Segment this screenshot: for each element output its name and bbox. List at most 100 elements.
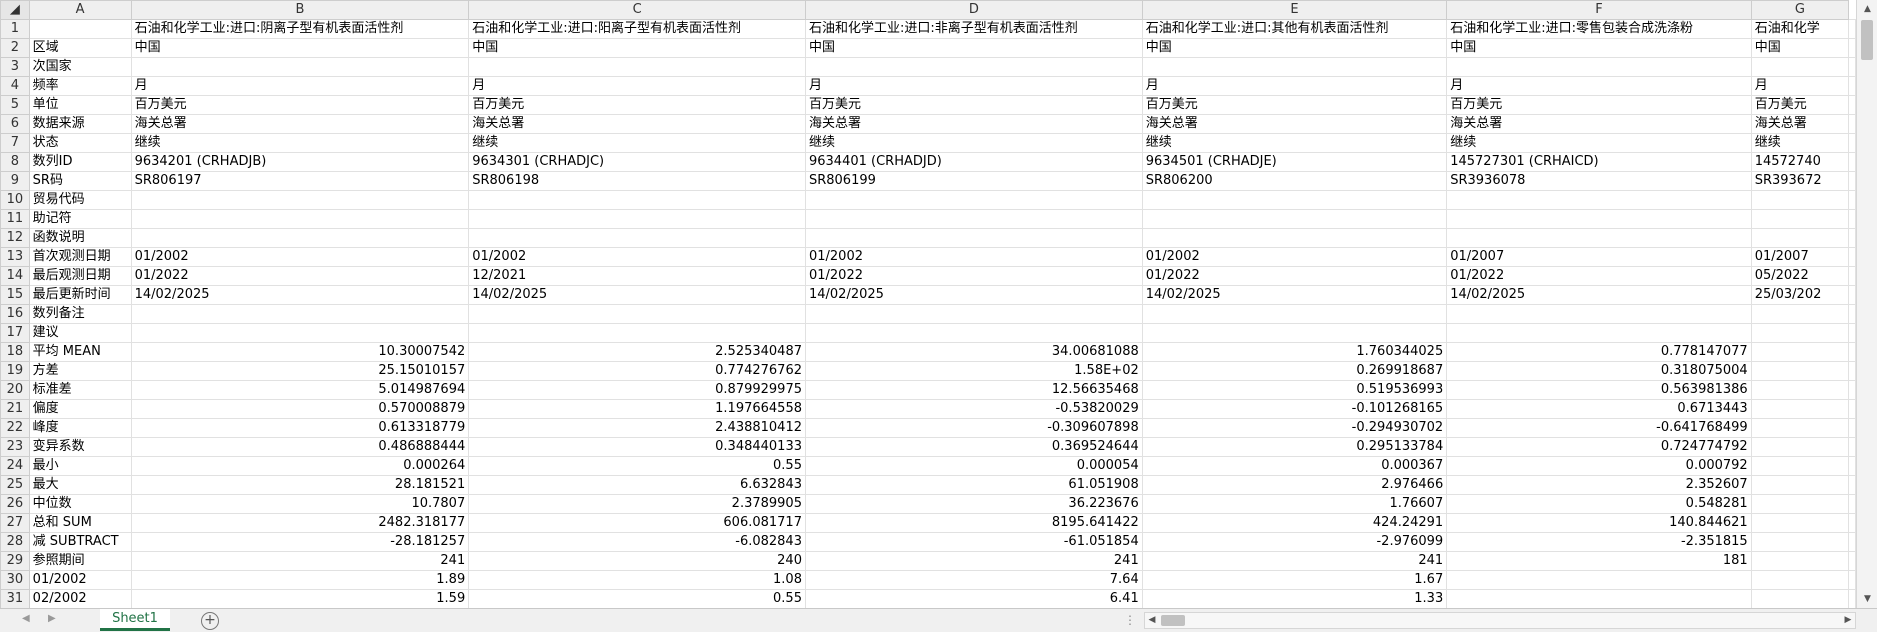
cell[interactable]: 石油和化学工业:进口:零售包装合成洗涤粉 <box>1446 19 1752 39</box>
cell[interactable]: 首次观测日期 <box>28 247 132 267</box>
cell[interactable] <box>1848 266 1856 286</box>
row-header[interactable]: 2 <box>0 38 30 58</box>
row-header[interactable]: 9 <box>0 171 30 191</box>
cell[interactable] <box>1848 285 1856 305</box>
cell[interactable]: 继续 <box>1446 133 1752 153</box>
cell[interactable]: -2.351815 <box>1446 532 1752 552</box>
row-header[interactable]: 15 <box>0 285 30 305</box>
column-header-F[interactable]: F <box>1446 0 1752 20</box>
cell[interactable] <box>1446 570 1752 590</box>
cell[interactable]: 百万美元 <box>1750 95 1850 115</box>
cell[interactable]: 606.081717 <box>468 513 806 533</box>
cell[interactable] <box>130 190 470 210</box>
row-header[interactable]: 25 <box>0 475 30 495</box>
cell[interactable]: 方差 <box>28 361 132 381</box>
cell[interactable]: 1.08 <box>468 570 806 590</box>
cell[interactable]: 月 <box>804 76 1143 96</box>
cell[interactable]: 01/2007 <box>1446 247 1752 267</box>
column-header-D[interactable]: D <box>804 0 1143 20</box>
cell[interactable]: 34.00681088 <box>804 342 1143 362</box>
cell[interactable]: 14/02/2025 <box>130 285 470 305</box>
cell[interactable] <box>1848 190 1856 210</box>
cell[interactable]: 石油和化学 <box>1750 19 1850 39</box>
cell[interactable]: 1.67 <box>1141 570 1448 590</box>
cell[interactable]: 石油和化学工业:进口:其他有机表面活性剂 <box>1141 19 1448 39</box>
cell[interactable]: 百万美元 <box>1141 95 1448 115</box>
cell[interactable]: 偏度 <box>28 399 132 419</box>
cell[interactable] <box>1848 513 1856 533</box>
row-header[interactable]: 26 <box>0 494 30 514</box>
cell[interactable]: 石油和化学工业:进口:阳离子型有机表面活性剂 <box>468 19 806 39</box>
cell[interactable]: 中位数 <box>28 494 132 514</box>
cell[interactable]: 10.30007542 <box>130 342 470 362</box>
cell[interactable] <box>1141 190 1448 210</box>
cell[interactable]: 240 <box>468 551 806 571</box>
cell[interactable]: 1.33 <box>1141 589 1448 608</box>
row-header[interactable]: 3 <box>0 57 30 77</box>
cell[interactable] <box>1750 456 1850 476</box>
cell[interactable]: 0.348440133 <box>468 437 806 457</box>
cell[interactable] <box>1446 304 1752 324</box>
cell[interactable]: 2.525340487 <box>468 342 806 362</box>
cell[interactable]: 145727301 (CRHAICD) <box>1446 152 1752 172</box>
row-header[interactable]: 16 <box>0 304 30 324</box>
cell[interactable]: -0.641768499 <box>1446 418 1752 438</box>
cell[interactable] <box>1446 323 1752 343</box>
cell[interactable]: 平均 MEAN <box>28 342 132 362</box>
cell[interactable] <box>1446 209 1752 229</box>
cell[interactable] <box>1848 114 1856 134</box>
cell[interactable] <box>1750 494 1850 514</box>
cell[interactable]: 0.369524644 <box>804 437 1143 457</box>
cell[interactable]: 百万美元 <box>804 95 1143 115</box>
horizontal-scrollbar[interactable]: ◀ ▶ <box>1144 612 1856 629</box>
cell[interactable]: 石油和化学工业:进口:非离子型有机表面活性剂 <box>804 19 1143 39</box>
tab-scroll-left-icon[interactable]: ◀ <box>22 613 30 624</box>
cell[interactable] <box>1848 247 1856 267</box>
cell[interactable] <box>1750 57 1850 77</box>
row-header[interactable]: 31 <box>0 589 30 608</box>
cell[interactable]: 1.76607 <box>1141 494 1448 514</box>
horizontal-scroll-thumb[interactable] <box>1161 615 1185 626</box>
cell[interactable]: 0.774276762 <box>468 361 806 381</box>
row-header[interactable]: 12 <box>0 228 30 248</box>
cell[interactable]: 0.879929975 <box>468 380 806 400</box>
cell[interactable]: 百万美元 <box>468 95 806 115</box>
cell[interactable]: 月 <box>130 76 470 96</box>
cell[interactable] <box>1750 361 1850 381</box>
cell[interactable]: SR码 <box>28 171 132 191</box>
cell[interactable]: 0.563981386 <box>1446 380 1752 400</box>
cell[interactable]: 01/2022 <box>130 266 470 286</box>
cell[interactable]: 241 <box>1141 551 1448 571</box>
cell[interactable]: 2.352607 <box>1446 475 1752 495</box>
cell[interactable] <box>1848 418 1856 438</box>
cell[interactable] <box>1141 228 1448 248</box>
cell[interactable]: 0.269918687 <box>1141 361 1448 381</box>
cell[interactable]: 0.724774792 <box>1446 437 1752 457</box>
cell[interactable]: 0.548281 <box>1446 494 1752 514</box>
row-header[interactable]: 11 <box>0 209 30 229</box>
scroll-down-arrow-icon[interactable]: ▼ <box>1857 590 1877 608</box>
tab-scroll-right-icon[interactable]: ▶ <box>48 613 56 624</box>
cell[interactable] <box>1848 399 1856 419</box>
cell[interactable] <box>468 304 806 324</box>
cell[interactable] <box>1141 209 1448 229</box>
row-header[interactable]: 30 <box>0 570 30 590</box>
row-header[interactable]: 6 <box>0 114 30 134</box>
cell[interactable] <box>1446 589 1752 608</box>
cell[interactable]: 1.760344025 <box>1141 342 1448 362</box>
cell[interactable] <box>1848 171 1856 191</box>
cell[interactable]: 0.55 <box>468 456 806 476</box>
cell[interactable] <box>28 19 132 39</box>
cell[interactable]: SR806198 <box>468 171 806 191</box>
row-header[interactable]: 28 <box>0 532 30 552</box>
cell[interactable]: 9634401 (CRHADJD) <box>804 152 1143 172</box>
row-header[interactable]: 13 <box>0 247 30 267</box>
cell[interactable] <box>1848 437 1856 457</box>
cell[interactable]: SR806199 <box>804 171 1143 191</box>
row-header[interactable]: 4 <box>0 76 30 96</box>
cell[interactable]: 8195.641422 <box>804 513 1143 533</box>
cell[interactable] <box>130 228 470 248</box>
cell[interactable]: SR3936078 <box>1446 171 1752 191</box>
cell[interactable] <box>1750 323 1850 343</box>
cell[interactable]: 9634501 (CRHADJE) <box>1141 152 1448 172</box>
